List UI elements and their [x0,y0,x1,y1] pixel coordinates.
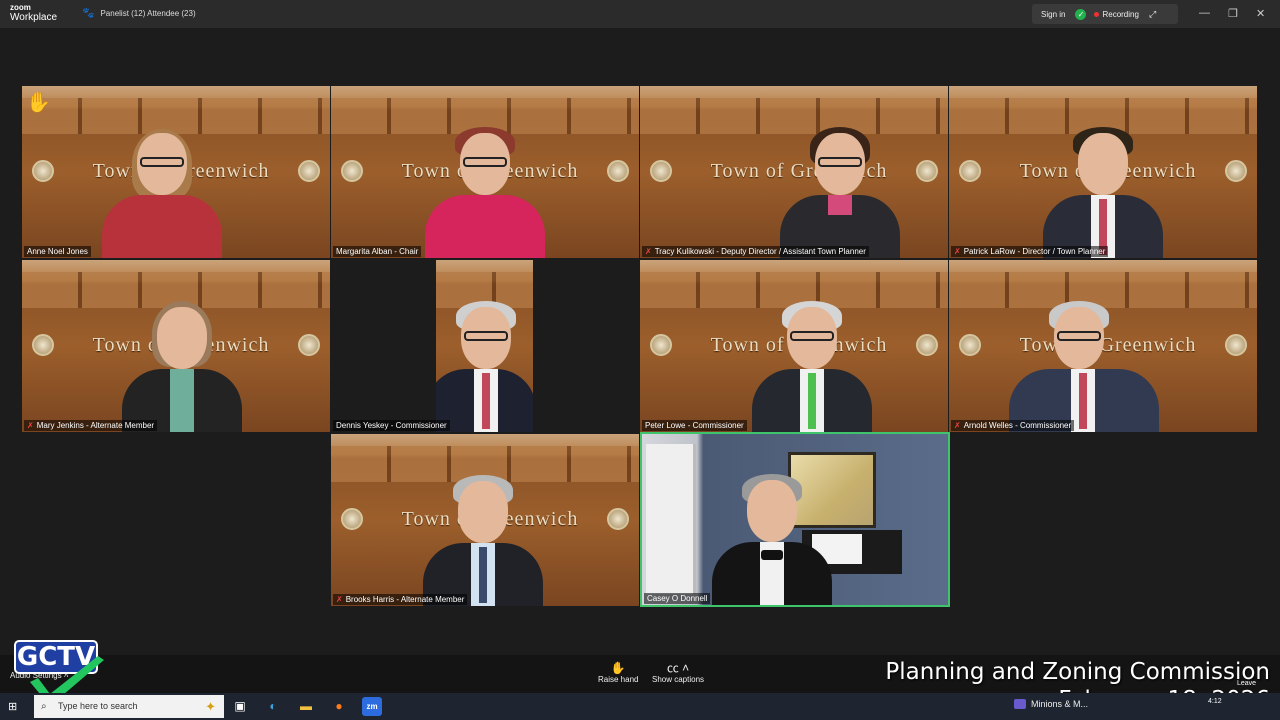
search-icon: ⌕ [41,701,47,712]
muted-mic-icon: ✗ [336,595,343,604]
participant-name: Margarita Alban - Chair [333,246,422,257]
taskbar-search-box[interactable]: ⌕ Type here to search ✦ [34,695,224,718]
town-seal-icon [916,160,938,182]
media-app-icon [1014,699,1026,709]
town-seal-icon [32,334,54,356]
town-seal-icon [298,334,320,356]
top-right-controls: Sign in ✓ Recording ⤢ [1032,4,1178,24]
video-tile[interactable]: Town of Greenwich ✗ Tracy Kulikowski - De… [640,86,948,258]
participant-video [712,474,832,605]
edge-browser-icon[interactable]: ◐ [263,697,283,716]
raised-hand-icon: ✋ [26,92,51,114]
town-seal-icon [607,508,629,530]
video-tile[interactable]: Town of Greenwich Peter Lowe - Commissio… [640,260,948,432]
town-seal-icon [650,334,672,356]
taskbar-clock[interactable]: 4:12 [1208,697,1222,706]
zoom-window: zoom Workplace 🐾 Panelist (12) Attendee … [0,0,1280,720]
recording-dot-icon [1094,11,1100,17]
participant-name: ✗ Brooks Harris - Alternate Member [333,594,468,605]
zoom-app-icon[interactable]: zm [362,697,382,716]
muted-mic-icon: ✗ [954,421,961,430]
town-seal-icon [607,160,629,182]
muted-mic-icon: ✗ [645,247,652,256]
participant-name: Dennis Yeskey - Commissioner [333,420,450,431]
participant-video [425,127,545,258]
town-seal-icon [1225,334,1247,356]
show-captions-label: Show captions [652,675,705,684]
participant-name: ✗ Tracy Kulikowski - Deputy Director / As… [642,246,869,257]
media-app-button[interactable]: Minions & M... [1014,699,1088,709]
video-tile[interactable]: Town of Greenwich Margarita Alban - Chai… [331,86,639,258]
fullscreen-icon[interactable]: ⤢ [1149,9,1156,20]
logo-workplace-text: Workplace [10,12,58,23]
show-captions-button[interactable]: ㏄ ˄ Show captions [652,661,704,684]
town-seal-icon [341,508,363,530]
title-bar: zoom Workplace 🐾 Panelist (12) Attendee … [0,0,1280,28]
participants-button[interactable]: 🐾 Panelist (12) Attendee (23) [82,8,196,19]
minimize-icon[interactable]: — [1199,7,1210,19]
video-tile[interactable]: Town of Greenwich ✗ Arnold Welles - Commi… [949,260,1257,432]
participants-count: Panelist (12) Attendee (23) [100,9,196,18]
zoom-logo: zoom Workplace [10,3,57,23]
video-tile[interactable]: Town of Greenwich ✗Brooks Harris - Alter… [331,434,639,606]
video-tile[interactable]: Dennis Yeskey - Commissioner [331,260,639,432]
town-seal-icon [916,334,938,356]
doorway [646,444,696,594]
caption-title: Planning and Zoning Commission [885,659,1270,685]
sign-in-button[interactable]: Sign in [1041,10,1065,19]
muted-mic-icon: ✗ [954,247,961,256]
maximize-icon[interactable]: ❐ [1228,7,1238,20]
media-app-label: Minions & M... [1031,699,1089,709]
clock-time: 4:12 [1208,698,1222,705]
participant-name: ✗ Patrick LaRow - Director / Town Planner [951,246,1109,257]
participant-name: Anne Noel Jones [24,246,91,257]
participant-video [102,129,222,258]
muted-mic-icon: ✗ [27,421,34,430]
town-seal-icon [650,160,672,182]
close-icon[interactable]: ✕ [1256,7,1265,20]
video-tile[interactable]: Town of Greenwich ✋ Anne Noel Jones [22,86,330,258]
raise-hand-button[interactable]: ✋ Raise hand [598,661,638,684]
town-seal-icon [298,160,320,182]
security-shield-icon[interactable]: ✓ [1075,8,1087,20]
participant-video [1043,127,1163,258]
participant-video [1009,301,1159,432]
windows-start-icon[interactable]: ⊞ [8,700,20,713]
bow-tie [761,550,783,560]
participant-video [423,475,543,606]
town-seal-icon [32,160,54,182]
firefox-icon[interactable]: ● [329,697,349,716]
recording-label: Recording [1102,9,1139,19]
town-seal-icon [1225,160,1247,182]
recording-indicator[interactable]: Recording [1094,9,1139,19]
hand-icon: ✋ [610,661,626,675]
town-seal-icon [959,334,981,356]
windows-taskbar: ⊞ ⌕ Type here to search ✦ ▣ ◐ ▬ ● zm Min… [0,693,1280,720]
town-seal-icon [959,160,981,182]
search-placeholder: Type here to search [58,701,138,711]
task-view-icon[interactable]: ▣ [230,697,250,716]
town-seal-icon [341,160,363,182]
video-tile[interactable]: Town of Greenwich ✗Patrick LaRow - Direc… [949,86,1257,258]
video-tile[interactable]: Town of Greenwich ✗Mary Jenkins - Altern… [22,260,330,432]
participant-name: ✗ Arnold Welles - Commissioner [951,420,1075,431]
participant-name: Peter Lowe - Commissioner [642,420,747,431]
participant-name: Casey O Donnell [644,593,711,604]
participants-icon: 🐾 [82,8,95,19]
raise-hand-label: Raise hand [598,675,639,684]
active-speaker-tile[interactable]: Casey O Donnell [640,432,950,607]
file-explorer-icon[interactable]: ▬ [296,697,316,716]
participant-name: ✗ Mary Jenkins - Alternate Member [24,420,158,431]
participant-video [780,127,900,258]
participant-video [436,260,533,432]
participant-video [752,301,872,432]
captions-icon: ㏄ ˄ [666,661,690,675]
sparkle-icon: ✦ [205,699,216,714]
participant-video [122,301,242,432]
